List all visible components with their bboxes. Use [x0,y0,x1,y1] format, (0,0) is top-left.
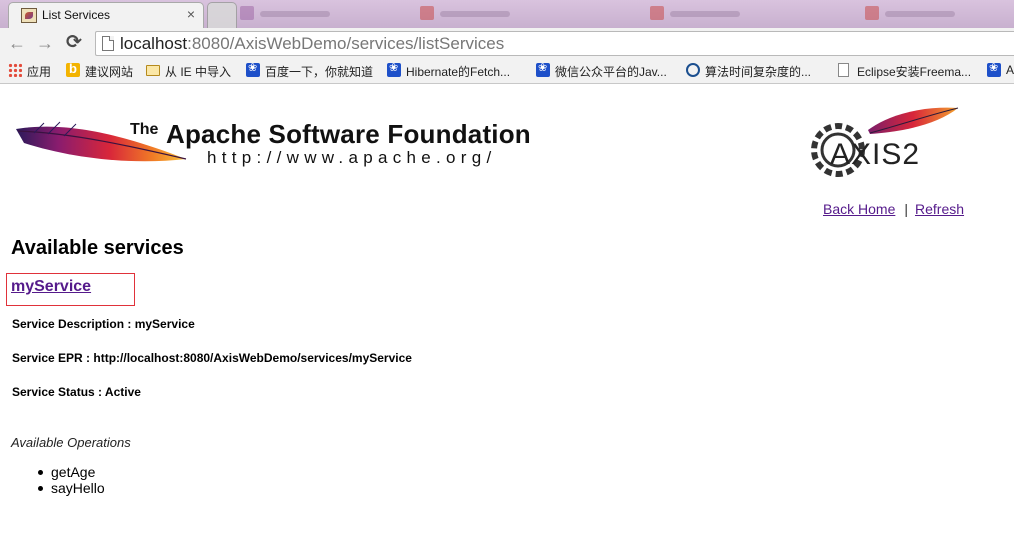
url-text[interactable]: localhost:8080/AxisWebDemo/services/list… [120,34,504,54]
tab-favicon-icon [650,6,664,20]
axis2-logo-icon: AXIS2 [811,107,959,177]
address-bar[interactable]: localhost:8080/AxisWebDemo/services/list… [95,31,1014,56]
apache-logo: The Apache Software Foundation http://ww… [14,113,559,173]
refresh-link[interactable]: Refresh [915,201,964,217]
background-tab[interactable] [650,4,750,24]
baidu-paw-icon [536,61,550,77]
background-tab[interactable] [865,4,975,24]
new-tab-button[interactable] [207,2,237,28]
service-description: Service Description : myService [12,317,195,331]
bing-icon [66,61,80,77]
apps-grid-icon [8,63,22,77]
background-tab[interactable] [240,4,340,24]
tab-strip: List Services × [0,0,1014,28]
baidu-paw-icon [387,61,401,77]
page-icon [102,36,114,51]
baidu-paw-icon [987,61,1001,77]
close-tab-icon[interactable]: × [187,6,195,22]
browser-toolbar: ← → ⟳ localhost:8080/AxisWebDemo/service… [0,28,1014,58]
asf-the-text: The [130,121,159,138]
list-item: sayHello [38,480,105,496]
bookmarks-bar: 应用 建议网站 从 IE 中导入 百度一下，你就知道 Hibernate的Fet… [0,58,1014,84]
axis-favicon-icon [21,8,37,23]
top-nav-links: Back Home | Refresh [823,201,964,217]
circle-c-icon [686,63,700,77]
service-status: Service Status : Active [12,385,141,399]
baidu-paw-icon [246,61,260,77]
forward-arrow-icon[interactable]: → [34,32,56,54]
page-icon [838,63,849,77]
tab-favicon-icon [865,6,879,20]
operations-list: getAge sayHello [38,464,105,496]
asf-url-text: http://www.apache.org/ [207,148,497,167]
operations-title: Available Operations [11,435,131,450]
back-home-link[interactable]: Back Home [823,201,895,217]
svg-text:AXIS2: AXIS2 [830,138,920,171]
service-link-myservice[interactable]: myService [11,278,91,296]
background-tab[interactable] [420,4,520,24]
apache-feather-icon [16,121,187,162]
tab-favicon-icon [420,6,434,20]
service-epr: Service EPR : http://localhost:8080/Axis… [12,351,412,365]
tab-favicon-icon [240,6,254,20]
tab-title: List Services [42,8,111,22]
asf-name-text: Apache Software Foundation [166,119,531,149]
list-item: getAge [38,464,105,480]
folder-icon [146,65,160,76]
reload-icon[interactable]: ⟳ [63,32,85,54]
nav-separator: | [904,201,908,217]
page-content: The Apache Software Foundation http://ww… [0,85,1014,560]
tab-list-services[interactable]: List Services × [8,2,204,28]
back-arrow-icon[interactable]: ← [6,32,28,54]
page-title: Available services [11,237,184,259]
